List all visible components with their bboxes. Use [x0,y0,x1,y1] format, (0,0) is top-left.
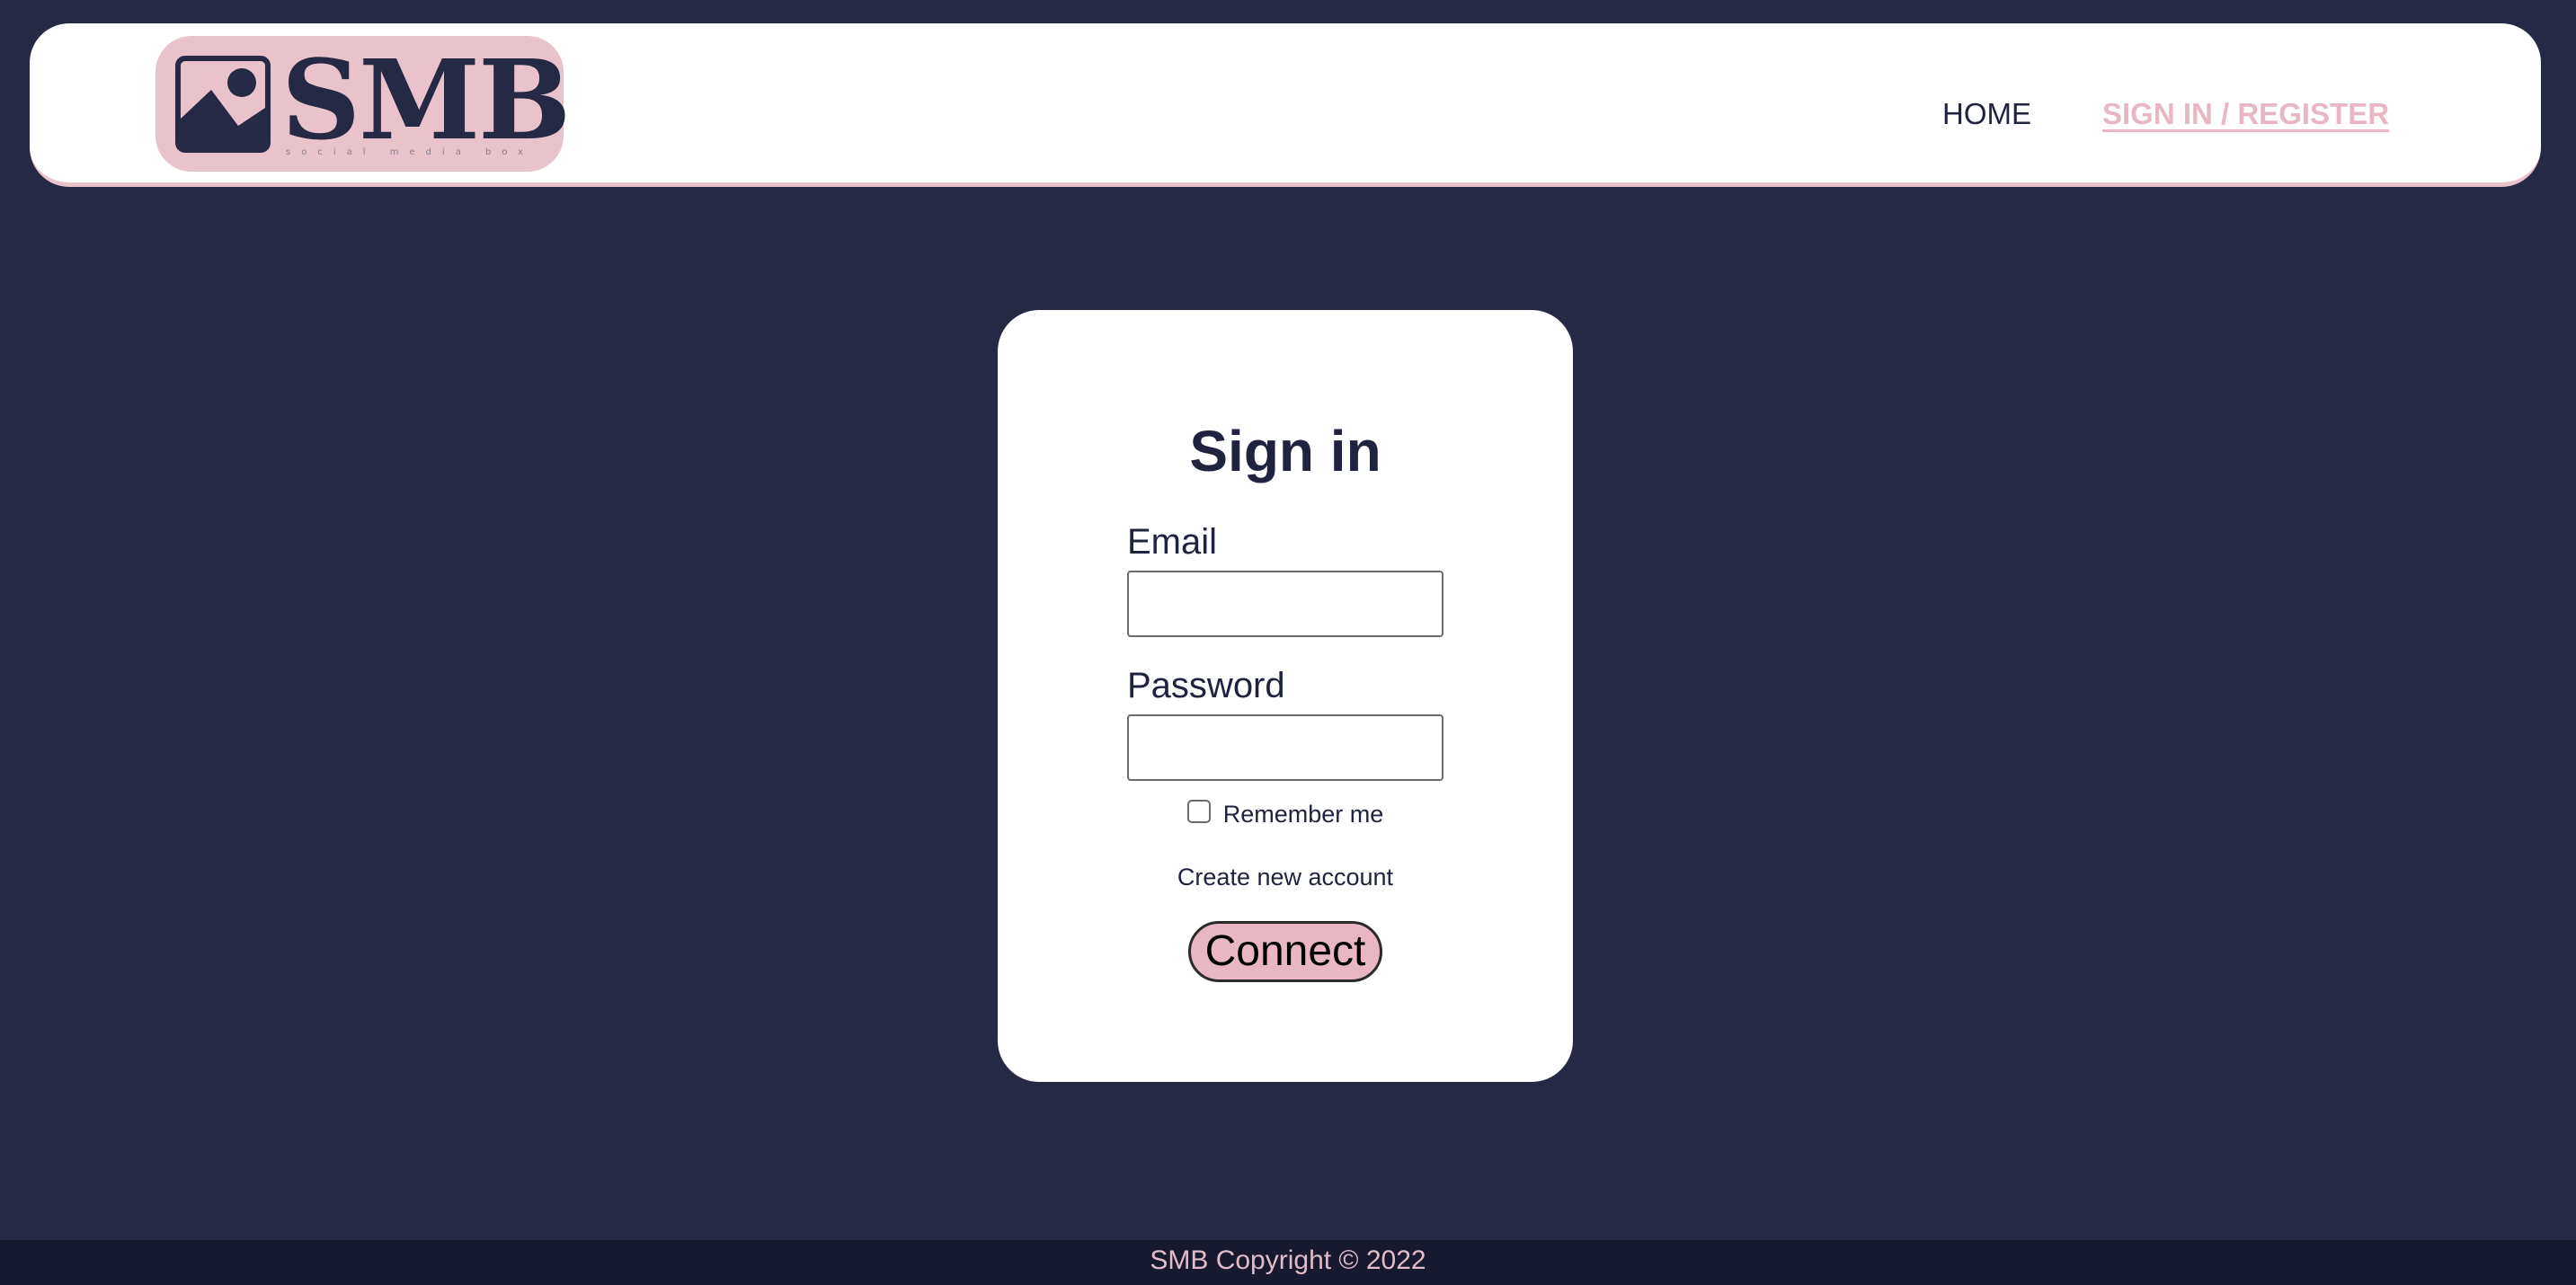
remember-me-label[interactable]: Remember me [1223,801,1384,829]
email-field[interactable] [1127,571,1443,637]
site-footer: SMB Copyright © 2022 [0,1240,2576,1285]
signin-title: Sign in [1189,419,1381,483]
image-icon [175,56,271,153]
logo-text: SMB [281,35,571,164]
nav-home-link[interactable]: HOME [1942,97,2031,131]
password-field[interactable] [1127,714,1443,781]
logo[interactable]: SMB social media box [155,36,571,172]
signin-card: Sign in Email Password Remember me Creat… [998,310,1573,1082]
page: SMB social media box HOME SIGN IN / REGI… [0,0,2576,1285]
remember-me-checkbox[interactable] [1186,799,1211,823]
password-label: Password [1127,666,1285,705]
logo-tagline: social media box [286,147,535,157]
connect-button[interactable]: Connect [1188,921,1382,982]
create-account-link[interactable]: Create new account [998,864,1573,891]
email-label: Email [1127,522,1218,562]
copyright-text: SMB Copyright © 2022 [1150,1245,1426,1275]
remember-me-row: Remember me [998,799,1573,829]
nav-signin-register-link[interactable]: SIGN IN / REGISTER [2102,97,2389,131]
site-header: SMB social media box HOME SIGN IN / REGI… [30,23,2541,187]
